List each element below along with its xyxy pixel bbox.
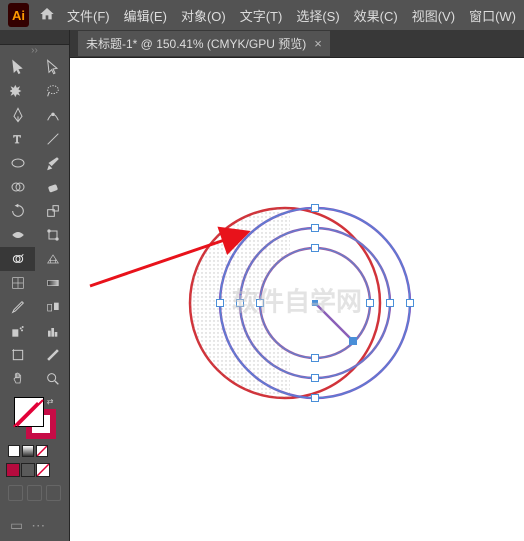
menu-select[interactable]: 选择(S)	[296, 6, 339, 25]
color-mode-row	[0, 443, 69, 459]
lasso-tool[interactable]	[35, 79, 70, 103]
column-graph-tool[interactable]	[35, 319, 70, 343]
screen-mode-icon[interactable]: ▭	[10, 517, 23, 534]
document-tab-label: 未标题-1* @ 150.41% (CMYK/GPU 预览)	[86, 35, 306, 52]
selection-tool[interactable]	[0, 55, 35, 79]
canvas[interactable]: 软件自学网	[70, 58, 524, 541]
artwork[interactable]	[185, 188, 415, 418]
document-tab[interactable]: 未标题-1* @ 150.41% (CMYK/GPU 预览) ×	[78, 31, 330, 56]
anchor-point[interactable]	[216, 299, 224, 307]
anchor-point[interactable]	[349, 337, 357, 345]
slice-tool[interactable]	[35, 343, 70, 367]
paintbrush-tool[interactable]	[35, 151, 70, 175]
fill-swatch[interactable]	[14, 397, 44, 427]
main-menu: 文件(F) 编辑(E) 对象(O) 文字(T) 选择(S) 效果(C) 视图(V…	[67, 6, 516, 25]
swatch-none[interactable]	[36, 463, 50, 477]
eyedropper-tool[interactable]	[0, 295, 35, 319]
menu-effect[interactable]: 效果(C)	[354, 6, 398, 25]
draw-mode-row	[0, 481, 69, 505]
toolbar-tab[interactable]	[0, 30, 69, 45]
tools-panel: ›› T	[0, 30, 70, 541]
symbol-sprayer-tool[interactable]	[0, 319, 35, 343]
home-icon[interactable]	[39, 6, 55, 25]
anchor-point[interactable]	[406, 299, 414, 307]
gradient-tool[interactable]	[35, 271, 70, 295]
anchor-point[interactable]	[366, 299, 374, 307]
width-tool[interactable]	[0, 223, 35, 247]
direct-selection-tool[interactable]	[35, 55, 70, 79]
menu-file[interactable]: 文件(F)	[67, 6, 110, 25]
anchor-point[interactable]	[311, 354, 319, 362]
eraser-tool[interactable]	[35, 175, 70, 199]
mesh-tool[interactable]	[0, 271, 35, 295]
anchor-point[interactable]	[311, 204, 319, 212]
blend-tool[interactable]	[35, 295, 70, 319]
swatch-gray[interactable]	[21, 463, 35, 477]
fill-stroke-indicator[interactable]: ⇄	[14, 397, 56, 439]
ellipse-tool[interactable]	[0, 151, 35, 175]
menu-type[interactable]: 文字(T)	[240, 6, 283, 25]
close-tab-icon[interactable]: ×	[314, 36, 322, 51]
free-transform-tool[interactable]	[35, 223, 70, 247]
anchor-point[interactable]	[236, 299, 244, 307]
anchor-point[interactable]	[311, 394, 319, 402]
scale-tool[interactable]	[35, 199, 70, 223]
rotate-tool[interactable]	[0, 199, 35, 223]
pen-tool[interactable]	[0, 103, 35, 127]
perspective-grid-tool[interactable]	[35, 247, 70, 271]
anchor-point[interactable]	[311, 224, 319, 232]
color-mode-solid[interactable]	[8, 445, 20, 457]
menu-window[interactable]: 窗口(W)	[469, 6, 516, 25]
menu-view[interactable]: 视图(V)	[412, 6, 455, 25]
swap-fill-stroke-icon[interactable]: ⇄	[47, 397, 54, 406]
shape-builder-tool-2[interactable]	[0, 247, 35, 271]
toolbar-handle[interactable]: ››	[0, 45, 69, 55]
menu-edit[interactable]: 编辑(E)	[124, 6, 167, 25]
curvature-tool[interactable]	[35, 103, 70, 127]
quick-swatches	[0, 459, 69, 481]
draw-inside[interactable]	[46, 485, 61, 501]
menu-object[interactable]: 对象(O)	[181, 6, 226, 25]
zoom-tool[interactable]	[35, 367, 70, 391]
artboard-tool[interactable]	[0, 343, 35, 367]
swatch-red[interactable]	[6, 463, 20, 477]
document-tab-bar: 未标题-1* @ 150.41% (CMYK/GPU 预览) ×	[70, 30, 524, 58]
anchor-point[interactable]	[311, 374, 319, 382]
center-point[interactable]	[312, 300, 318, 306]
hand-tool[interactable]	[0, 367, 35, 391]
type-tool[interactable]: T	[0, 127, 35, 151]
anchor-point[interactable]	[311, 244, 319, 252]
app-logo: Ai	[8, 3, 29, 27]
draw-behind[interactable]	[27, 485, 42, 501]
color-mode-none[interactable]	[36, 445, 48, 457]
anchor-point[interactable]	[256, 299, 264, 307]
color-mode-gradient[interactable]	[22, 445, 34, 457]
anchor-point[interactable]	[386, 299, 394, 307]
magic-wand-tool[interactable]	[0, 79, 35, 103]
line-tool[interactable]	[35, 127, 70, 151]
shape-builder-tool[interactable]	[0, 175, 35, 199]
draw-normal[interactable]	[8, 485, 23, 501]
svg-text:T: T	[13, 132, 21, 146]
edit-toolbar-icon[interactable]: ⋯	[31, 517, 45, 534]
